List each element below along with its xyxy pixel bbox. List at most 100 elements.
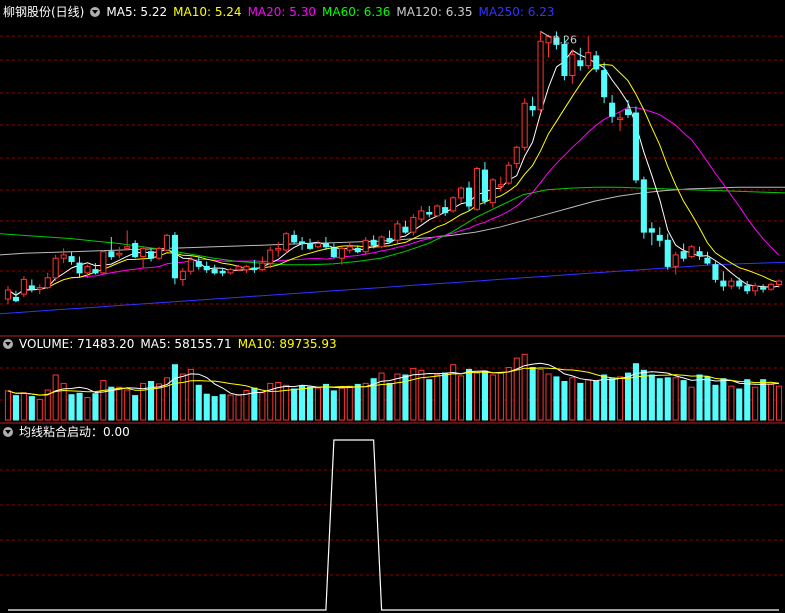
candle-body <box>744 285 751 292</box>
candle-body <box>12 296 19 302</box>
volume-bar <box>601 374 608 421</box>
candle-body <box>466 187 473 207</box>
stock-title: 柳钢股份(日线) <box>3 5 85 19</box>
candle-body <box>394 223 401 241</box>
candle-body <box>338 247 345 259</box>
volume-bar <box>195 384 202 421</box>
volume-bar <box>776 385 783 421</box>
candle-body <box>291 234 298 243</box>
chart-canvas[interactable]: 8.26 <box>0 0 785 613</box>
collapse-toggle-icon[interactable] <box>90 7 101 17</box>
volume-bar <box>760 379 767 421</box>
candle-body <box>370 239 377 246</box>
volume-bar <box>426 379 433 421</box>
collapse-toggle-icon[interactable] <box>3 339 13 349</box>
volume-bar <box>617 376 624 421</box>
volume-bar <box>211 396 218 421</box>
candle-body <box>68 256 75 263</box>
volume-bar <box>410 367 417 421</box>
candle-body <box>243 265 250 271</box>
candle-body <box>187 259 194 272</box>
candle-body <box>497 184 504 187</box>
candle-body <box>44 277 51 289</box>
candle-body <box>60 254 67 259</box>
candle-body <box>648 228 655 233</box>
candle-body <box>307 243 314 249</box>
candle-body <box>354 247 361 253</box>
volume-bar <box>481 370 488 421</box>
volume-bar <box>442 372 449 421</box>
volume-bar <box>466 368 473 421</box>
candle-body <box>108 251 115 258</box>
volume-bar <box>497 372 504 421</box>
volume-bar <box>696 374 703 421</box>
candle-body <box>322 243 329 248</box>
legend-item: MA20: 5.30 <box>247 5 316 19</box>
volume-bar <box>124 389 131 421</box>
peak-price-label: 8.26 <box>553 33 578 46</box>
volume-bar <box>458 375 465 421</box>
stock-chart-window: 8.26 柳钢股份(日线) MA5: 5.22 MA10: 5.24 MA20: 5… <box>0 0 785 613</box>
candle-body <box>171 234 178 279</box>
candle-body <box>314 243 321 248</box>
volume-bar <box>259 392 266 421</box>
candle-body <box>521 102 528 148</box>
candle-body <box>704 257 711 264</box>
volume-bar <box>346 385 353 421</box>
candle-body <box>410 216 417 233</box>
candle-body <box>776 280 783 285</box>
volume-bar <box>171 364 178 421</box>
volume-bar <box>108 386 115 421</box>
candle-body <box>219 270 226 274</box>
indicator-legend: 均线粘合启动：0.00 <box>19 424 130 440</box>
legend-item: VOLUME: 71483.20 <box>19 337 135 351</box>
volume-bar <box>752 386 759 421</box>
volume-bar <box>100 380 107 421</box>
volume-ma5-line <box>7 362 780 396</box>
volume-bar <box>12 395 19 421</box>
candle-body <box>481 169 488 202</box>
volume-bar <box>219 394 226 421</box>
legend-item: MA5: 58155.71 <box>140 337 232 351</box>
candle-body <box>259 262 266 271</box>
candle-body <box>36 287 43 290</box>
legend-item: MA5: 5.22 <box>106 5 168 19</box>
candle-body <box>712 264 719 280</box>
volume-bar <box>338 387 345 421</box>
volume-bar <box>68 394 75 421</box>
volume-bar <box>28 396 35 421</box>
collapse-toggle-icon[interactable] <box>3 427 13 437</box>
candle-body <box>760 287 767 290</box>
candle-body <box>450 197 457 212</box>
volume-bar <box>434 374 441 421</box>
candle-body <box>505 164 512 184</box>
candle-body <box>426 212 433 215</box>
volume-legend: VOLUME: 71483.20 MA5: 58155.71 MA10: 89735… <box>19 336 337 352</box>
candle-body <box>299 241 306 244</box>
volume-bar <box>561 381 568 421</box>
candle-body <box>442 207 449 214</box>
volume-bar <box>728 385 735 421</box>
volume-bar <box>545 373 552 421</box>
indicator-panel-header: 均线粘合启动：0.00 <box>0 424 130 440</box>
candle-body <box>386 238 393 243</box>
volume-bar <box>322 383 329 421</box>
volume-bar <box>291 388 298 421</box>
candle-body <box>28 285 35 290</box>
legend-item: MA120: 6.35 <box>396 5 473 19</box>
volume-bar <box>52 374 59 421</box>
volume-bar <box>227 394 234 421</box>
candle-body <box>593 55 600 70</box>
candle-body <box>251 267 258 271</box>
candle-body <box>680 251 687 259</box>
candle-body <box>736 280 743 287</box>
candle-body <box>362 239 369 253</box>
volume-bar <box>625 372 632 421</box>
volume-bar <box>203 393 210 421</box>
candle-body <box>434 205 441 217</box>
volume-bar <box>76 392 83 421</box>
volume-bar <box>156 383 163 421</box>
volume-bar <box>513 357 520 421</box>
candle-body <box>124 246 131 249</box>
candle-body <box>76 262 83 274</box>
